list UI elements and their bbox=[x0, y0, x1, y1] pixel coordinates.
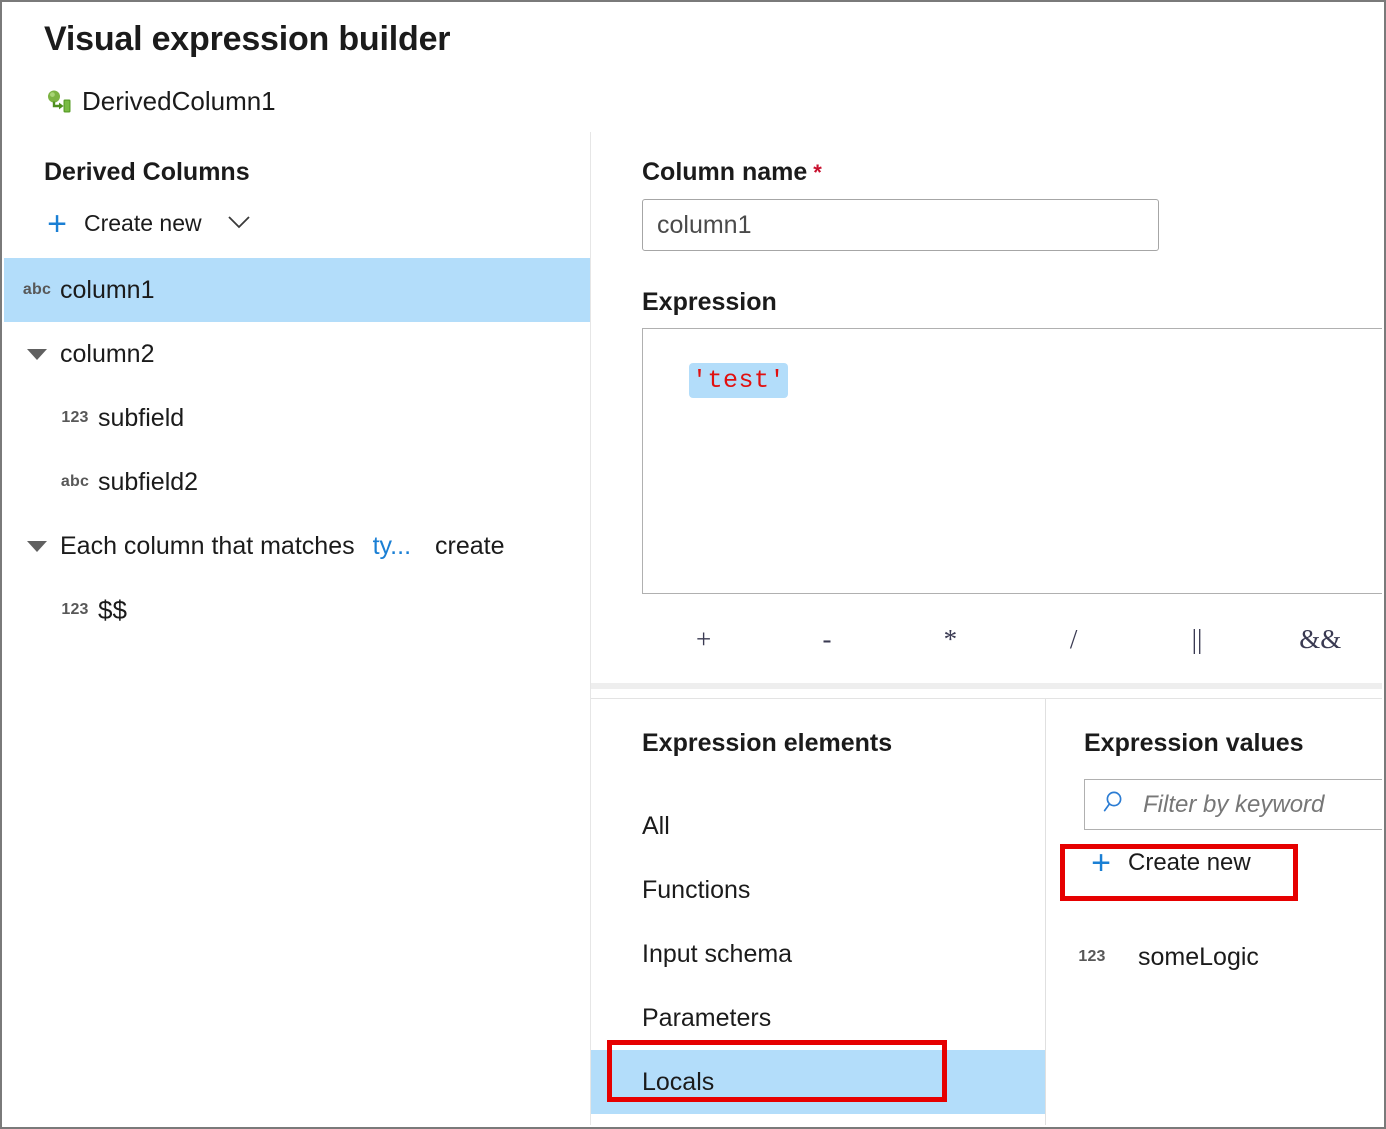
element-item-input-schema[interactable]: Input schema bbox=[591, 922, 1045, 986]
filter-input-wrapper[interactable]: Filter by keyword bbox=[1084, 779, 1382, 830]
create-new-label: Create new bbox=[84, 210, 202, 237]
pattern-prefix-label: Each column that matches bbox=[60, 532, 355, 561]
derived-columns-panel: Derived Columns + Create new abc column1 bbox=[4, 132, 590, 1125]
tree-row[interactable]: abc subfield2 bbox=[4, 450, 590, 514]
operator-multiply-button[interactable]: * bbox=[889, 624, 1012, 655]
expression-token[interactable]: 'test' bbox=[689, 363, 788, 398]
type-badge-number: 123 bbox=[52, 409, 98, 427]
tree-item-label: subfield bbox=[98, 404, 184, 433]
create-new-local-button[interactable]: + Create new bbox=[1086, 849, 1251, 877]
tree-item-label: column1 bbox=[60, 276, 155, 305]
derived-columns-tree: abc column1 column2 123 subfield abc sub… bbox=[4, 258, 590, 642]
element-item-parameters[interactable]: Parameters bbox=[591, 986, 1045, 1050]
plus-icon: + bbox=[1086, 850, 1116, 876]
expression-label: Expression bbox=[642, 288, 777, 317]
operator-divide-button[interactable]: / bbox=[1012, 624, 1135, 655]
type-badge-number: 123 bbox=[1046, 948, 1138, 966]
operator-plus-button[interactable]: + bbox=[642, 624, 765, 655]
element-item-locals[interactable]: Locals bbox=[591, 1050, 1045, 1114]
type-badge-number: 123 bbox=[52, 601, 98, 619]
element-item-functions[interactable]: Functions bbox=[591, 858, 1045, 922]
element-item-all[interactable]: All bbox=[591, 794, 1045, 858]
list-item[interactable]: 123 someLogic bbox=[1046, 929, 1259, 985]
tree-row[interactable]: abc column1 bbox=[4, 258, 590, 322]
caret-down-icon[interactable] bbox=[14, 539, 60, 553]
operator-minus-button[interactable]: - bbox=[765, 624, 888, 655]
filter-input[interactable]: Filter by keyword bbox=[1143, 791, 1324, 819]
value-item-label: someLogic bbox=[1138, 943, 1259, 972]
expression-editor[interactable]: 'test' bbox=[642, 328, 1382, 594]
type-badge-string: abc bbox=[52, 473, 98, 491]
breadcrumb-label: DerivedColumn1 bbox=[82, 86, 276, 117]
operator-toolbar: + - * / || && bbox=[642, 608, 1382, 670]
derived-columns-heading: Derived Columns bbox=[44, 158, 250, 187]
pattern-suffix-label: create bbox=[435, 532, 504, 561]
expression-elements-heading: Expression elements bbox=[642, 729, 892, 758]
column-name-input[interactable] bbox=[642, 199, 1159, 251]
tree-row-column-pattern[interactable]: Each column that matches ty... create bbox=[4, 514, 590, 578]
type-badge-string: abc bbox=[14, 281, 60, 299]
horizontal-splitter[interactable] bbox=[591, 683, 1382, 689]
column-details-panel: Column name* Expression 'test' + - * / |… bbox=[591, 132, 1382, 685]
tree-row[interactable]: 123 subfield bbox=[4, 386, 590, 450]
pattern-condition-link[interactable]: ty... bbox=[373, 532, 411, 561]
expression-elements-panel: Expression elements All Functions Input … bbox=[591, 699, 1045, 1125]
breadcrumb: DerivedColumn1 bbox=[46, 86, 276, 117]
tree-row[interactable]: 123 $$ bbox=[4, 578, 590, 642]
expression-values-panel: Expression values Filter by keyword + Cr… bbox=[1046, 699, 1382, 1125]
tree-item-label: column2 bbox=[60, 340, 155, 369]
required-marker: * bbox=[813, 160, 822, 185]
chevron-down-icon[interactable] bbox=[228, 215, 250, 232]
expression-elements-list: All Functions Input schema Parameters Lo… bbox=[591, 794, 1045, 1114]
column-name-label: Column name* bbox=[642, 158, 822, 187]
create-new-label: Create new bbox=[1128, 849, 1251, 877]
operator-or-button[interactable]: || bbox=[1135, 624, 1258, 655]
visual-expression-builder-dialog: Visual expression builder DerivedColumn1… bbox=[0, 0, 1386, 1129]
column-name-label-text: Column name bbox=[642, 158, 807, 186]
expression-values-heading: Expression values bbox=[1084, 729, 1304, 758]
create-new-derived-column-button[interactable]: + Create new bbox=[42, 210, 250, 237]
search-icon bbox=[1103, 789, 1129, 820]
tree-item-label: subfield2 bbox=[98, 468, 198, 497]
tree-row[interactable]: column2 bbox=[4, 322, 590, 386]
page-title: Visual expression builder bbox=[44, 20, 450, 59]
derived-column-icon bbox=[46, 89, 72, 115]
plus-icon: + bbox=[42, 211, 72, 237]
operator-and-button[interactable]: && bbox=[1259, 624, 1382, 655]
tree-item-label: $$ bbox=[98, 595, 127, 626]
caret-down-icon[interactable] bbox=[14, 347, 60, 361]
